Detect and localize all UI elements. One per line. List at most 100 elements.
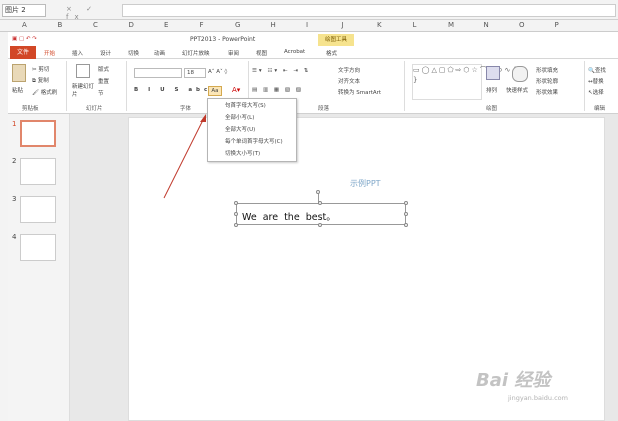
align-buttons[interactable]: ▤ ▥ ▦ ▧ ▨: [252, 87, 303, 93]
column-header-b[interactable]: B: [58, 21, 63, 29]
title-bar: [8, 32, 618, 46]
find-button[interactable]: 🔍查找: [588, 66, 606, 74]
cut-button[interactable]: ✂ 剪切: [32, 65, 49, 73]
arrange-icon[interactable]: [486, 66, 500, 80]
resize-handle[interactable]: [318, 201, 322, 205]
column-header-k[interactable]: K: [377, 21, 382, 29]
slide-number: 3: [12, 195, 17, 203]
menu-item-uppercase[interactable]: 全部大写(U): [225, 125, 255, 133]
shape-fill-button[interactable]: 形状填充: [536, 66, 558, 74]
format-painter-button[interactable]: 🖌 格式刷: [32, 88, 57, 96]
tab-review[interactable]: 审阅: [228, 49, 239, 57]
shapes-gallery[interactable]: ▭◯△▢⬠⇨⬡☆⌒⊂⊃∿{ }: [412, 64, 517, 100]
column-header-e[interactable]: E: [164, 21, 168, 29]
group-clipboard-label: 剪贴板: [22, 106, 39, 112]
divider: [404, 61, 405, 111]
app-title: PPT2013 - PowerPoint: [190, 36, 256, 43]
arrange-button[interactable]: 排列: [486, 86, 497, 94]
column-header-c[interactable]: C: [93, 21, 98, 29]
font-grow-shrink-icons[interactable]: A˄ A˅ ◊: [208, 69, 227, 75]
quick-access-icons[interactable]: ▣ ▢ ↶ ↷: [12, 36, 37, 42]
column-header-a[interactable]: A: [22, 21, 27, 29]
tab-file[interactable]: 文件: [10, 46, 36, 59]
group-slides-label: 幻灯片: [86, 106, 103, 112]
group-paragraph-label: 段落: [318, 106, 330, 112]
column-header-n[interactable]: N: [484, 21, 489, 29]
shape-effects-button[interactable]: 形状效果: [536, 88, 558, 96]
font-color-icon[interactable]: A▾: [232, 86, 240, 94]
quick-styles-button[interactable]: 快速样式: [506, 86, 528, 94]
tab-acrobat[interactable]: Acrobat: [284, 49, 305, 55]
paste-button[interactable]: 粘贴: [12, 86, 23, 94]
slide-number: 4: [12, 233, 17, 241]
tab-animations[interactable]: 动画: [154, 49, 165, 57]
divider: [66, 61, 67, 111]
column-header-g[interactable]: G: [235, 21, 240, 29]
resize-handle[interactable]: [234, 212, 238, 216]
font-size-select[interactable]: 18: [184, 68, 206, 78]
rotate-handle[interactable]: [316, 190, 320, 194]
tab-home[interactable]: 开始: [44, 49, 55, 57]
column-header-p[interactable]: P: [555, 21, 559, 29]
column-header-d[interactable]: D: [129, 21, 134, 29]
resize-handle[interactable]: [234, 223, 238, 227]
tab-format[interactable]: 格式: [326, 49, 337, 57]
smartart-button[interactable]: 转换为 SmartArt: [338, 88, 381, 96]
formula-input[interactable]: [122, 4, 616, 17]
select-button[interactable]: ↖选择: [588, 88, 604, 96]
text-box-content[interactable]: We are the best。: [242, 209, 336, 223]
shape-outline-button[interactable]: 形状轮廓: [536, 77, 558, 85]
name-box[interactable]: 图片 2: [2, 4, 46, 17]
menu-item-lowercase[interactable]: 全部小写(L): [225, 113, 254, 121]
context-tab-drawing-tools: 绘图工具: [318, 34, 354, 46]
slide-thumbnail-1[interactable]: [20, 120, 56, 147]
tab-design[interactable]: 设计: [100, 49, 111, 57]
tab-slideshow[interactable]: 幻灯片放映: [182, 49, 210, 57]
row-header-bar: [0, 32, 8, 421]
column-header-j[interactable]: J: [342, 21, 344, 29]
list-buttons[interactable]: ☰▾ ☷▾ ⇤ ⇥ ⇅: [252, 68, 310, 74]
new-slide-button[interactable]: 新建幻灯片: [72, 82, 96, 98]
slide-thumbnail-3[interactable]: [20, 196, 56, 223]
slide-subtitle[interactable]: 示例PPT: [350, 178, 381, 189]
font-name-select[interactable]: [134, 68, 182, 78]
annotation-arrow-icon: [163, 114, 206, 199]
text-direction-button[interactable]: 文字方向: [338, 66, 360, 74]
column-header-l[interactable]: L: [413, 21, 417, 29]
column-header-h[interactable]: H: [271, 21, 276, 29]
slide-number: 1: [12, 120, 17, 128]
menu-item-capitalize-each-word[interactable]: 每个单词首字母大写(C): [225, 137, 283, 145]
resize-handle[interactable]: [404, 212, 408, 216]
resize-handle[interactable]: [318, 223, 322, 227]
resize-handle[interactable]: [234, 201, 238, 205]
menu-item-sentence-case[interactable]: 句首字母大写(S): [225, 101, 266, 109]
select-label: 选择: [592, 90, 604, 96]
copy-label: 复制: [37, 78, 49, 84]
slide-thumbnail-4[interactable]: [20, 234, 56, 261]
group-font-label: 字体: [180, 106, 192, 112]
menu-item-toggle-case[interactable]: 切换大小写(T): [225, 149, 260, 157]
slide-number: 2: [12, 157, 17, 165]
replace-button[interactable]: ↔替换: [588, 77, 604, 85]
copy-button[interactable]: ⧉ 复制: [32, 76, 49, 85]
quick-styles-icon[interactable]: [512, 66, 528, 82]
tab-insert[interactable]: 插入: [72, 49, 83, 57]
column-header-f[interactable]: F: [200, 21, 204, 29]
change-case-button[interactable]: Aa: [208, 86, 222, 96]
resize-handle[interactable]: [404, 201, 408, 205]
divider: [584, 61, 585, 111]
reset-button[interactable]: 重置: [98, 77, 109, 85]
column-header-m[interactable]: M: [448, 21, 454, 29]
font-style-buttons[interactable]: B I U S abc: [134, 87, 211, 93]
column-header-i[interactable]: I: [306, 21, 308, 29]
column-header-o[interactable]: O: [519, 21, 525, 29]
align-text-button[interactable]: 对齐文本: [338, 77, 360, 85]
slide-thumbnail-2[interactable]: [20, 158, 56, 185]
tab-view[interactable]: 视图: [256, 49, 267, 57]
layout-button[interactable]: 版式: [98, 65, 109, 73]
new-slide-icon[interactable]: [76, 64, 90, 78]
resize-handle[interactable]: [404, 223, 408, 227]
section-button[interactable]: 节: [98, 89, 104, 97]
paste-icon[interactable]: [12, 64, 26, 82]
tab-transitions[interactable]: 切换: [128, 49, 139, 57]
